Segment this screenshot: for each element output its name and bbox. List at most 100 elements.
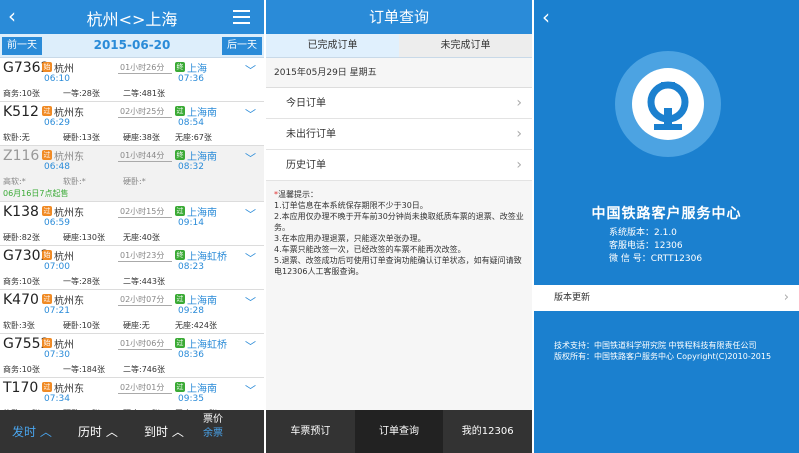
seat-info: 硬座:130张 xyxy=(63,233,105,242)
origin-tag: 过 xyxy=(42,106,52,116)
train-number: K470 xyxy=(3,292,39,308)
tab-completed-orders[interactable]: 已完成订单 xyxy=(266,34,399,57)
train-row[interactable]: K138 过杭州东 06:59 02小时15分过上海南 09:14 ﹀ 硬卧:82张 硬座:1… xyxy=(0,202,264,246)
service-center-title: 中国铁路客户服务中心 xyxy=(591,206,742,222)
tip-line: 1.订单信息在本系统保存期限不少于30日。 xyxy=(274,201,428,210)
seat-info: 二等:481张 xyxy=(123,89,165,98)
history-orders-item[interactable]: 历史订单 › xyxy=(266,150,532,181)
chevron-right-icon: › xyxy=(783,290,789,305)
duration: 02小时07分 xyxy=(120,295,165,304)
seat-info: 软卧:* xyxy=(63,177,86,186)
wechat-id: 微 信 号：CRTT12306 xyxy=(609,254,703,264)
tips-title: 温馨提示： xyxy=(278,190,318,199)
header: ‹ 杭州<>上海 xyxy=(0,0,264,34)
tip-line: 5.退票、改签成功后可使用订单查询功能确认订单状态，如有疑问请致电12306人工… xyxy=(274,256,522,276)
chevron-down-icon[interactable]: ﹀ xyxy=(245,62,256,78)
terminal-tag: 终 xyxy=(175,62,185,72)
terminal-tag: 终 xyxy=(175,150,185,160)
arrive-time: 07:36 xyxy=(178,74,204,84)
tip-line: 2.本应用仅办理不晚于开车前30分钟尚未换取纸质车票的退票、改签业务。 xyxy=(274,212,524,232)
to-station: 上海南 xyxy=(187,208,217,219)
train-row[interactable]: G7302 始杭州 07:00 01小时23分终上海虹桥 08:23 ﹀ 商务:10张 一等:… xyxy=(0,246,264,290)
from-station: 杭州 xyxy=(54,340,74,351)
tips-section: *温馨提示： 1.订单信息在本系统保存期限不少于30日。 2.本应用仅办理不晚于… xyxy=(266,181,532,413)
train-row[interactable]: Z116 过杭州东 06:48 01小时44分 终上海南 08:32 ﹀ 高软:* 软卧:* 硬卧… xyxy=(0,146,264,202)
sort-duration-button[interactable]: 历时 ︿ xyxy=(78,423,118,440)
today-orders-item[interactable]: 今日订单 › xyxy=(266,88,532,119)
route-arrow xyxy=(118,217,172,218)
from-station: 杭州东 xyxy=(54,152,84,163)
nav-order-query[interactable]: 订单查询 xyxy=(354,410,444,453)
seat-info: 软卧:3张 xyxy=(3,321,35,330)
back-icon[interactable]: ‹ xyxy=(542,5,550,29)
menu-icon[interactable] xyxy=(233,10,250,28)
arrive-time: 09:14 xyxy=(178,218,204,228)
seat-info: 商务:10张 xyxy=(3,89,40,98)
sale-note: 06月16日7点起售 xyxy=(3,189,69,198)
chevron-down-icon[interactable]: ﹀ xyxy=(245,106,256,122)
chevron-down-icon[interactable]: ﹀ xyxy=(245,250,256,266)
from-station: 杭州 xyxy=(54,64,74,75)
depart-time: 06:48 xyxy=(44,162,70,172)
from-station: 杭州东 xyxy=(54,108,84,119)
seat-info: 无座:67张 xyxy=(175,133,212,142)
train-row[interactable]: K512 过杭州东 06:29 02小时25分过上海南 08:54 ﹀ 软卧:无 硬卧:13张… xyxy=(0,102,264,146)
tech-support: 技术支持：中国铁道科学研究院 中铁程科技有限责任公司 xyxy=(554,341,757,350)
terminal-tag: 过 xyxy=(175,294,185,304)
chevron-down-icon[interactable]: ﹀ xyxy=(245,294,256,310)
untraveled-orders-item[interactable]: 未出行订单 › xyxy=(266,119,532,150)
route-arrow xyxy=(118,73,172,74)
seat-info: 硬卧:13张 xyxy=(63,133,100,142)
page-title: 杭州<>上海 xyxy=(86,10,178,29)
duration: 02小时01分 xyxy=(120,383,165,392)
chevron-right-icon: › xyxy=(516,95,522,111)
footer: 技术支持：中国铁道科学研究院 中铁程科技有限责任公司 版权所有：中国铁路客户服务… xyxy=(554,340,771,362)
terminal-tag: 过 xyxy=(175,338,185,348)
chevron-right-icon: › xyxy=(516,157,522,173)
train-row[interactable]: G7362 始杭州 06:10 01小时26分终上海 07:36 ﹀ 商务:10张 一等:28… xyxy=(0,58,264,102)
page-title: 订单查询 xyxy=(266,0,532,34)
chevron-down-icon[interactable]: ﹀ xyxy=(245,338,256,354)
order-query-screen: 订单查询 已完成订单 未完成订单 2015年05月29日 星期五 今日订单 › 未… xyxy=(266,0,532,453)
sort-depart-button[interactable]: 发时 ︿ xyxy=(12,423,52,440)
train-row[interactable]: K470 过杭州东 07:21 02小时07分过上海南 09:28 ﹀ 软卧:3张 硬卧:10… xyxy=(0,290,264,334)
to-station: 上海南 xyxy=(187,152,217,163)
seat-info: 一等:28张 xyxy=(63,89,100,98)
seat-info: 软卧:无 xyxy=(3,133,30,142)
seat-info: 硬卧:* xyxy=(123,177,146,186)
train-row[interactable]: T170过杭州东07:3402小时01分过上海南09:35﹀软卧:21张硬卧:5… xyxy=(0,378,264,410)
arrive-time: 08:23 xyxy=(178,262,204,272)
seat-info: 一等:28张 xyxy=(63,277,100,286)
arrive-time: 09:28 xyxy=(178,306,204,316)
seat-info: 硬卧:82张 xyxy=(3,233,40,242)
seat-info: 无座:424张 xyxy=(175,321,217,330)
sort-price-button[interactable]: 票价 余票 xyxy=(203,413,223,441)
nav-my-12306[interactable]: 我的12306 xyxy=(443,410,532,453)
version-update-item[interactable]: 版本更新 › xyxy=(534,285,799,311)
system-version: 系统版本：2.1.0 xyxy=(609,228,677,238)
chevron-down-icon[interactable]: ﹀ xyxy=(245,382,256,398)
origin-tag: 过 xyxy=(42,382,52,392)
duration: 02小时25分 xyxy=(120,107,165,116)
arrive-time: 08:36 xyxy=(178,350,204,360)
to-station: 上海 xyxy=(187,64,207,75)
chevron-down-icon[interactable]: ﹀ xyxy=(245,150,256,166)
date-bar: 前一天 2015-06-20 后一天 xyxy=(0,34,264,58)
train-row[interactable]: G7552 始杭州 07:30 01小时06分过上海虹桥 08:36 ﹀ 商务:10张 一等:… xyxy=(0,334,264,378)
train-number: K512 xyxy=(3,104,39,120)
chevron-down-icon[interactable]: ﹀ xyxy=(245,206,256,222)
to-station: 上海南 xyxy=(187,384,217,395)
seat-info: 硬座:38张 xyxy=(123,133,160,142)
terminal-tag: 过 xyxy=(175,382,185,392)
to-station: 上海虹桥 xyxy=(187,340,227,351)
seat-info: 一等:184张 xyxy=(63,365,105,374)
arrive-time: 08:32 xyxy=(178,162,204,172)
nav-ticket-booking[interactable]: 车票预订 xyxy=(266,410,355,453)
depart-time: 06:29 xyxy=(44,118,70,128)
current-date: 2015年05月29日 星期五 xyxy=(266,58,532,88)
tab-uncompleted-orders[interactable]: 未完成订单 xyxy=(399,34,532,57)
to-station: 上海南 xyxy=(187,108,217,119)
from-station: 杭州东 xyxy=(54,296,84,307)
next-day-button[interactable]: 后一天 xyxy=(222,37,262,55)
sort-arrive-button[interactable]: 到时 ︿ xyxy=(144,423,184,440)
